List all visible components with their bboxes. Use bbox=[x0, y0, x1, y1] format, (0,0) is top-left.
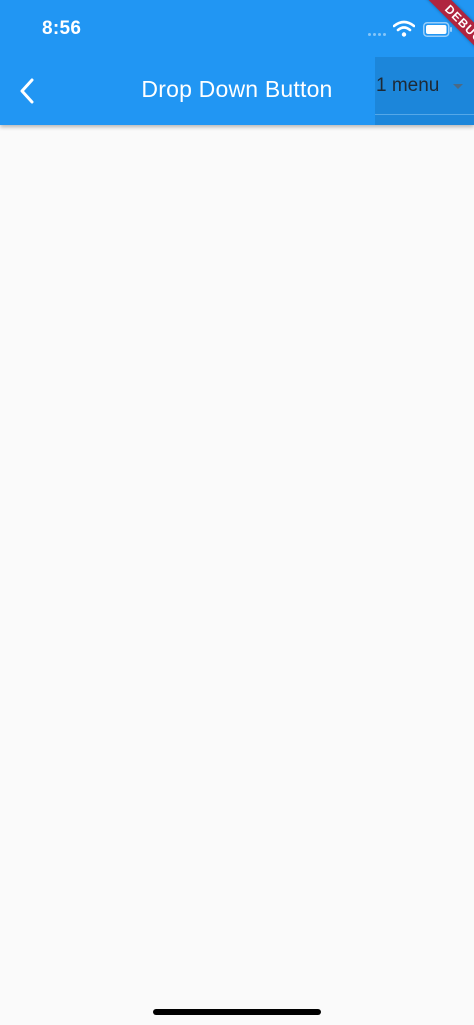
dropdown-selected-value: 1 menu bbox=[376, 75, 440, 96]
app-bar: 8:56 Drop Down Button 1 menu DEBUG bbox=[0, 0, 474, 125]
debug-banner-label: DEBUG bbox=[424, 0, 474, 64]
dropdown-underline bbox=[375, 114, 474, 115]
page-title: Drop Down Button bbox=[141, 76, 333, 102]
home-indicator[interactable] bbox=[153, 1009, 321, 1015]
arrow-drop-down-icon[interactable] bbox=[453, 84, 463, 89]
chevron-left-icon bbox=[20, 78, 34, 104]
cellular-signal-icon bbox=[368, 33, 388, 37]
status-time: 8:56 bbox=[42, 18, 82, 39]
page-body bbox=[0, 125, 474, 1025]
debug-banner: DEBUG bbox=[404, 0, 474, 70]
back-button[interactable] bbox=[10, 72, 44, 110]
